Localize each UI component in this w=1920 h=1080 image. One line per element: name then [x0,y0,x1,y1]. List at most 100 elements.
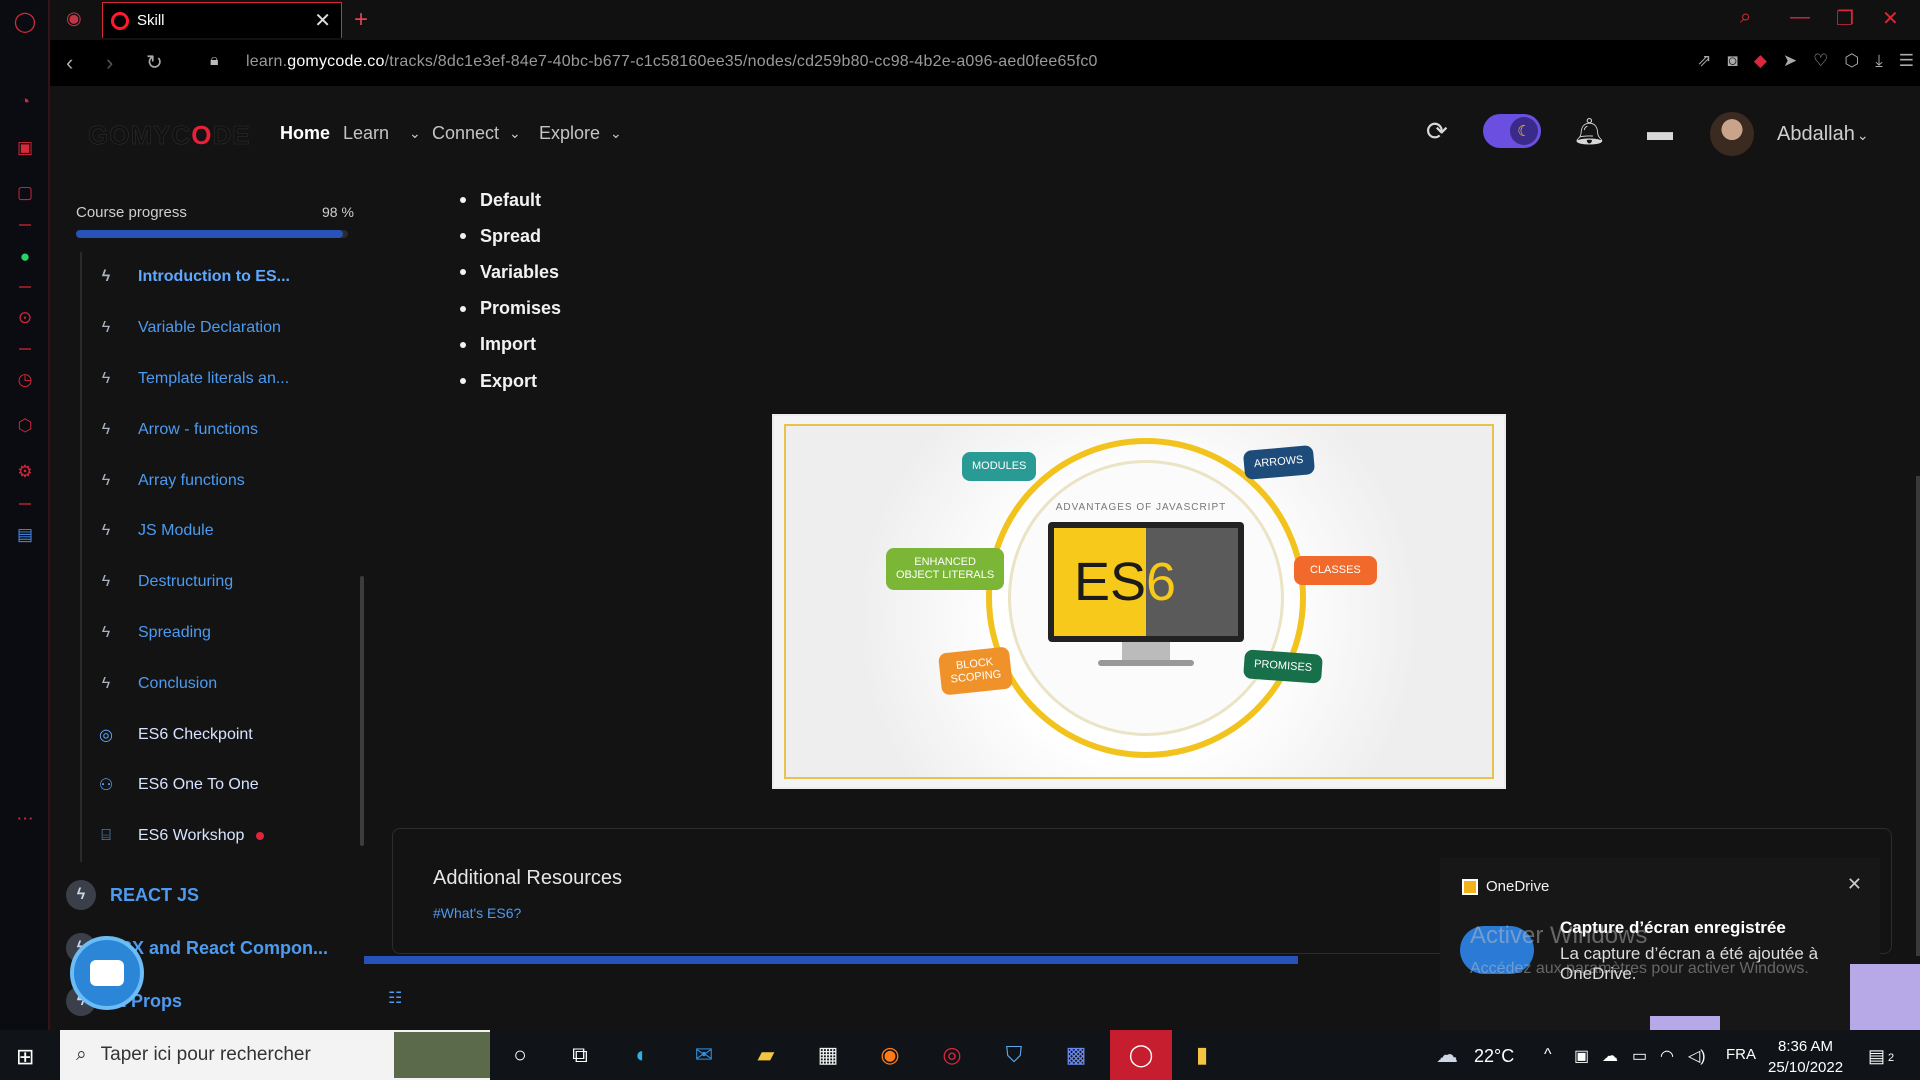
twitch-icon[interactable]: ▢ [12,180,38,206]
lock-icon[interactable]: 🔒︎ [210,52,219,70]
nav-connect[interactable]: Connect ⌄ [432,123,521,144]
gamepad-icon[interactable]: ◉ [66,8,82,29]
temperature[interactable]: 22°C [1474,1046,1514,1067]
lesson-item[interactable]: ⌸ ES6 Workshop [82,811,350,862]
restore-icon[interactable]: ❐ [1836,6,1854,31]
close-icon[interactable]: ✕ [1847,874,1862,895]
volume-icon[interactable]: ◁) [1688,1046,1706,1066]
weather-icon[interactable]: ☁ [1436,1042,1458,1068]
opera-sidebar: ◯ ◔ ▣ ▢ ● ⊙ ◷ ⬡ ⚙ ▤ ⋯ [0,0,50,1030]
sidebar-scrollbar[interactable] [360,576,364,846]
edge-icon[interactable]: ◐ [626,1040,658,1070]
forward-icon[interactable]: › [106,50,113,76]
lesson-item[interactable]: ϟ Array functions [82,455,350,506]
search-icon: ⌕ [76,1044,87,1065]
lesson-item[interactable]: ϟ Conclusion [82,658,350,709]
chevron-up-icon[interactable]: ^ [1544,1046,1552,1064]
player-icon[interactable]: ⊙ [12,305,38,331]
taskbar-search[interactable]: ⌕ Taper ici pour rechercher [60,1030,490,1080]
lesson-item[interactable]: ϟ JS Module [82,506,350,557]
onedrive-tray-icon[interactable]: ☁ [1602,1046,1618,1066]
task-view-icon[interactable]: ⧉ [564,1040,596,1070]
lesson-label: JS Module [138,522,214,540]
target-icon: ◎ [99,726,113,744]
extensions-cube-icon[interactable]: ⬡ [12,413,38,439]
minimize-icon[interactable]: — [1790,6,1810,29]
share-icon[interactable]: ⇗ [1697,51,1711,71]
refresh-icon[interactable]: ⟳ [1426,116,1448,147]
briefcase-icon[interactable]: ▣ [12,135,38,161]
url-field[interactable]: learn.gomycode.co/tracks/8dc1e3ef-84e7-4… [246,53,1098,71]
tray-app-icon[interactable]: ▣ [1574,1046,1589,1066]
opera-taskbar-icon[interactable]: ◯ [1125,1040,1157,1070]
tab-close-icon[interactable]: ✕ [314,8,331,33]
chat-fab-button[interactable] [70,936,144,1010]
close-window-icon[interactable]: ✕ [1882,6,1899,31]
lesson-item[interactable]: ϟ Arrow - functions [82,404,350,455]
download-icon[interactable]: ⤓ [1875,51,1883,71]
back-icon[interactable]: ‹ [66,50,73,76]
avatar[interactable] [1710,112,1754,156]
nav-home[interactable]: Home [280,123,330,144]
notification-app: OneDrive [1486,878,1550,895]
whatsapp-icon[interactable]: ● [12,244,38,270]
lesson-item[interactable]: ϟ Introduction to ES... [82,252,350,303]
heart-icon[interactable]: ♡ [1813,51,1828,71]
progress-percent: 98 % [322,204,354,220]
lesson-item[interactable]: ◎ ES6 Checkpoint [82,709,350,760]
lesson-list: ϟ Introduction to ES... ϟ Variable Declara… [80,252,350,862]
settings-gear-icon[interactable]: ⚙ [12,459,38,485]
firefox-icon[interactable]: ◉ [874,1040,906,1070]
chat-icon[interactable]: ▬ [1647,116,1673,147]
opera-gx-icon[interactable]: ◎ [936,1040,968,1070]
snapshot-camera-icon[interactable]: ◙ [1728,51,1738,71]
page-scrollbar[interactable] [1916,476,1920,956]
background-window-edge [1650,1016,1720,1030]
translate-icon[interactable]: ▤ [12,522,38,548]
action-center-icon[interactable]: ▤ [1868,1046,1885,1067]
easy-setup-icon[interactable]: ☰ [1899,51,1914,71]
lesson-item[interactable]: ϟ Template literals an... [82,354,350,405]
lesson-item[interactable]: ϟ Variable Declaration [82,303,350,354]
mail-icon[interactable]: ✉ [688,1040,720,1070]
list-item: Spread [460,218,561,254]
language-indicator[interactable]: FRA [1726,1046,1756,1063]
bell-icon[interactable]: 🔔︎ [1573,116,1606,147]
sticky-notes-icon[interactable]: ▮ [1186,1040,1218,1070]
send-icon[interactable]: ➤ [1783,51,1797,71]
cube-icon[interactable]: ⬡ [1844,51,1859,71]
gomycode-logo[interactable]: GOMYCODE [88,120,251,151]
clock[interactable]: 8:36 AM 25/10/2022 [1768,1036,1843,1078]
user-menu[interactable]: Abdallah ⌄ [1777,123,1869,146]
dark-mode-toggle[interactable]: ☾ [1483,114,1541,148]
history-icon[interactable]: ◷ [12,367,38,393]
vpn-shield-icon[interactable]: ◆ [1754,51,1767,71]
nav-explore[interactable]: Explore ⌄ [539,123,622,144]
speed-dial-icon[interactable]: ◔ [12,89,38,115]
lesson-item[interactable]: ⚇ ES6 One To One [82,760,350,811]
nav-learn[interactable]: Learn ⌄ [343,123,421,144]
cortana-icon[interactable]: ○ [504,1040,536,1070]
file-explorer-icon[interactable]: ▰ [750,1040,782,1070]
windows-start-icon[interactable]: ⊞ [16,1044,34,1070]
lesson-item[interactable]: ϟ Spreading [82,608,350,659]
wifi-icon[interactable]: ◠ [1660,1046,1674,1066]
outline-list-icon[interactable]: ☷ [388,988,402,1008]
site-header: GOMYCODE Home Learn ⌄ Connect ⌄ Explore ⌄ ⟳… [50,86,1920,182]
security-shield-icon[interactable]: ⛉ [998,1040,1030,1070]
browser-tab[interactable]: Skill ✕ [102,2,342,38]
bolt-icon: ϟ [66,880,96,910]
opera-logo-icon[interactable]: ◯ [12,8,38,34]
new-tab-icon[interactable]: + [354,6,368,34]
lesson-label: Introduction to ES... [138,268,290,286]
search-tabs-icon[interactable]: ⌕ [1740,6,1751,29]
workshop-icon: ⌸ [101,827,111,845]
teams-icon[interactable]: ▩ [1060,1040,1092,1070]
store-icon[interactable]: ▦ [812,1040,844,1070]
battery-icon[interactable]: ▭ [1632,1046,1647,1066]
lesson-item[interactable]: ϟ Destructuring [82,557,350,608]
resources-link[interactable]: #What's ES6? [433,905,521,921]
more-dots-icon[interactable]: ⋯ [12,806,38,832]
reload-icon[interactable]: ↻ [146,50,163,75]
module-item[interactable]: ϟ REACT JS [66,880,199,910]
